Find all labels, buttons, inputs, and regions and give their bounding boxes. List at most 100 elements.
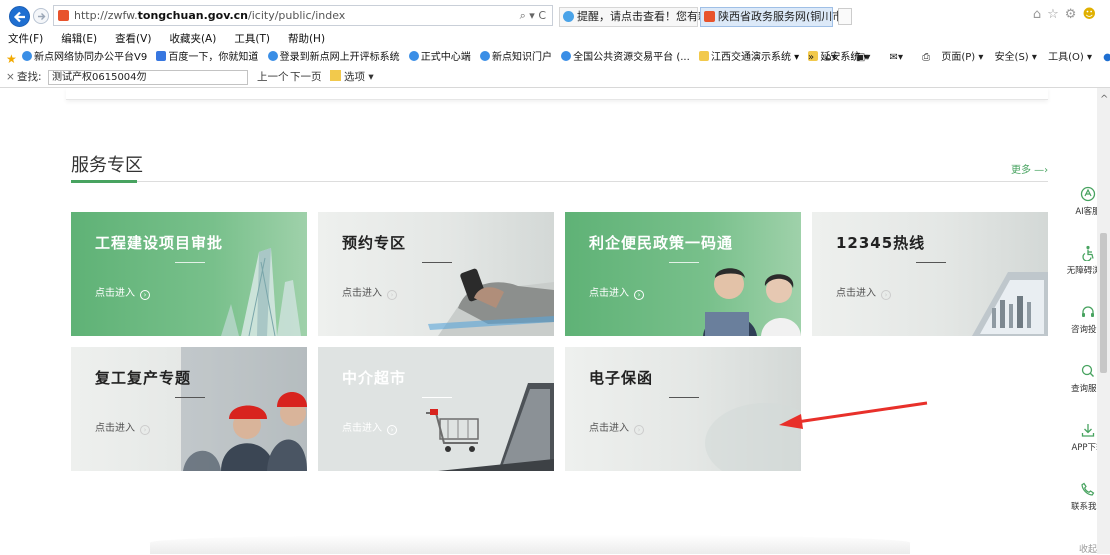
scroll-thumb[interactable] — [1100, 233, 1107, 373]
enter-label: 点击进入 — [342, 288, 382, 299]
forward-button[interactable] — [33, 8, 49, 24]
card-title: 预约专区 — [342, 234, 407, 252]
menu-bar: 文件(F) 编辑(E) 查看(V) 收藏夹(A) 工具(T) 帮助(H) — [0, 31, 1110, 48]
tab-active[interactable]: 陕西省政务服务网(铜川市) × — [700, 7, 848, 27]
tools-menu[interactable]: 工具(O) ▾ — [1048, 52, 1092, 63]
card-title: 电子保函 — [589, 369, 654, 387]
url-path: /icity/public/index — [248, 9, 346, 22]
dropdown-caret: ▾ — [831, 52, 837, 63]
section-title: 服务专区 — [71, 155, 143, 176]
ie-page-icon — [561, 51, 572, 61]
menu-view[interactable]: 查看(V) — [115, 33, 151, 45]
browser-toolbar-icons: ⌂☆⚙☻ — [1033, 7, 1102, 22]
service-card-agency-market[interactable]: 中介超市 点击进入 › — [318, 347, 554, 471]
hand-with-device-illustration — [428, 268, 554, 336]
feeds-dropdown[interactable]: ▣▾ — [856, 52, 878, 63]
service-card-resume-work[interactable]: 复工复产专题 点击进入 › — [71, 347, 307, 471]
card-divider — [175, 397, 205, 398]
card-enter-link[interactable]: 点击进入 › — [589, 419, 644, 435]
card-divider — [916, 262, 946, 263]
menu-file[interactable]: 文件(F) — [8, 33, 43, 45]
favorite-label: 登录到新点网上开评标系统 — [279, 52, 400, 63]
laptop-city-illustration — [972, 272, 1048, 336]
more-link[interactable]: 更多 —› — [1011, 161, 1048, 176]
card-enter-link[interactable]: 点击进入 › — [342, 284, 397, 300]
card-title: 工程建设项目审批 — [95, 234, 224, 252]
service-card-e-guarantee[interactable]: 电子保函 点击进入 › — [565, 347, 801, 471]
favorites-star-icon[interactable]: ☆ — [1047, 7, 1065, 22]
chevron-more-icon[interactable]: » — [808, 52, 817, 63]
favorite-link[interactable]: 正式中心端 — [408, 48, 471, 67]
dropdown-caret: ▾ — [897, 52, 903, 63]
favorite-link[interactable]: 新点知识门户 — [479, 48, 552, 67]
help-dropdown[interactable]: ●▾ — [1103, 52, 1110, 63]
favorite-label: 全国公共资源交易平台 (... — [573, 52, 690, 63]
ai-chat-icon — [1080, 186, 1096, 202]
site-favicon — [704, 11, 715, 22]
back-arrow-icon — [13, 11, 25, 23]
print-icon[interactable]: ⎙ — [922, 52, 930, 63]
find-prev-button[interactable]: 上一个 — [257, 67, 289, 87]
home-icon[interactable]: ⌂ — [1033, 7, 1047, 22]
find-input[interactable]: 测试产权0615004勿 — [48, 70, 248, 85]
service-card-hotline[interactable]: 12345热线 点击进入 › — [812, 212, 1048, 336]
section-title-underline — [71, 180, 137, 183]
search-refresh-icon[interactable]: ⌕ ▾ C — [520, 6, 546, 25]
mail-dropdown[interactable]: ✉▾ — [890, 52, 911, 63]
home-dropdown[interactable]: ⌂▾ — [825, 52, 844, 63]
enter-label: 点击进入 — [836, 288, 876, 299]
close-find-icon[interactable]: × — [6, 67, 15, 87]
options-pen-icon — [330, 70, 341, 81]
menu-help[interactable]: 帮助(H) — [288, 33, 325, 45]
business-people-illustration — [703, 268, 801, 336]
favorite-link[interactable]: 全国公共资源交易平台 (... — [561, 48, 690, 67]
workers-helmets-illustration — [181, 347, 307, 471]
card-enter-link[interactable]: 点击进入 › — [95, 419, 150, 435]
favorite-link[interactable]: 登录到新点网上开评标系统 — [267, 48, 400, 67]
card-enter-link[interactable]: 点击进入 › — [95, 284, 150, 300]
enter-label: 点击进入 — [95, 423, 135, 434]
service-card-engineering[interactable]: 工程建设项目审批 点击进入 › — [71, 212, 307, 336]
section-divider — [71, 181, 1048, 182]
page-scrollbar[interactable]: ^ — [1097, 88, 1110, 554]
phone-icon — [1081, 482, 1095, 496]
card-title: 复工复产专题 — [95, 369, 192, 387]
site-favicon — [58, 10, 69, 21]
scroll-up-icon[interactable]: ^ — [1100, 94, 1108, 105]
notify-favicon — [563, 11, 574, 22]
forward-arrow-icon — [38, 13, 46, 20]
search-icon — [1081, 364, 1094, 377]
favorite-label: 百度一下，你就知道 — [168, 52, 259, 63]
favorite-label: 新点网络协同办公平台V9 — [34, 52, 148, 63]
footer-mountain-graphic — [150, 535, 910, 554]
accessibility-icon — [1082, 245, 1094, 261]
feedback-smiley-icon[interactable]: ☻ — [1082, 7, 1102, 22]
safety-menu[interactable]: 安全(S) ▾ — [995, 52, 1037, 63]
find-options-button[interactable]: 选项 ▾ — [330, 67, 374, 87]
arrow-circle-icon: › — [634, 290, 644, 300]
find-next-button[interactable]: 下一页 — [290, 67, 322, 87]
ie-page-icon — [479, 51, 490, 61]
menu-favorites[interactable]: 收藏夹(A) — [169, 33, 216, 45]
back-button[interactable] — [9, 6, 30, 27]
arrow-circle-icon: › — [387, 425, 397, 435]
help-icon: ● — [1103, 52, 1110, 63]
card-enter-link[interactable]: 点击进入 › — [342, 419, 397, 435]
settings-gear-icon[interactable]: ⚙ — [1065, 7, 1083, 22]
favorite-link[interactable]: 新点网络协同办公平台V9 — [22, 48, 147, 67]
find-bar: × 查找: 测试产权0615004勿 上一个 下一页 选项 ▾ — [0, 67, 1110, 88]
card-enter-link[interactable]: 点击进入 › — [836, 284, 891, 300]
page-menu[interactable]: 页面(P) ▾ — [941, 52, 983, 63]
tab-notification[interactable]: 提醒，请点击查看！您有新消息 — [559, 7, 731, 27]
service-card-policy-code[interactable]: 利企便民政策一码通 点击进入 › — [565, 212, 801, 336]
new-tab-button[interactable] — [838, 8, 852, 25]
menu-edit[interactable]: 编辑(E) — [61, 33, 97, 45]
favorite-folder[interactable]: 江西交通演示系统 ▾ — [698, 48, 799, 67]
card-enter-link[interactable]: 点击进入 › — [589, 284, 644, 300]
favorite-link[interactable]: 百度一下，你就知道 — [156, 48, 258, 67]
arrow-circle-icon: › — [387, 290, 397, 300]
service-card-appointment[interactable]: 预约专区 点击进入 › — [318, 212, 554, 336]
menu-tools[interactable]: 工具(T) — [234, 33, 270, 45]
address-bar[interactable]: http://zwfw.tongchuan.gov.cn/icity/publi… — [53, 5, 553, 26]
card-divider — [175, 262, 205, 263]
